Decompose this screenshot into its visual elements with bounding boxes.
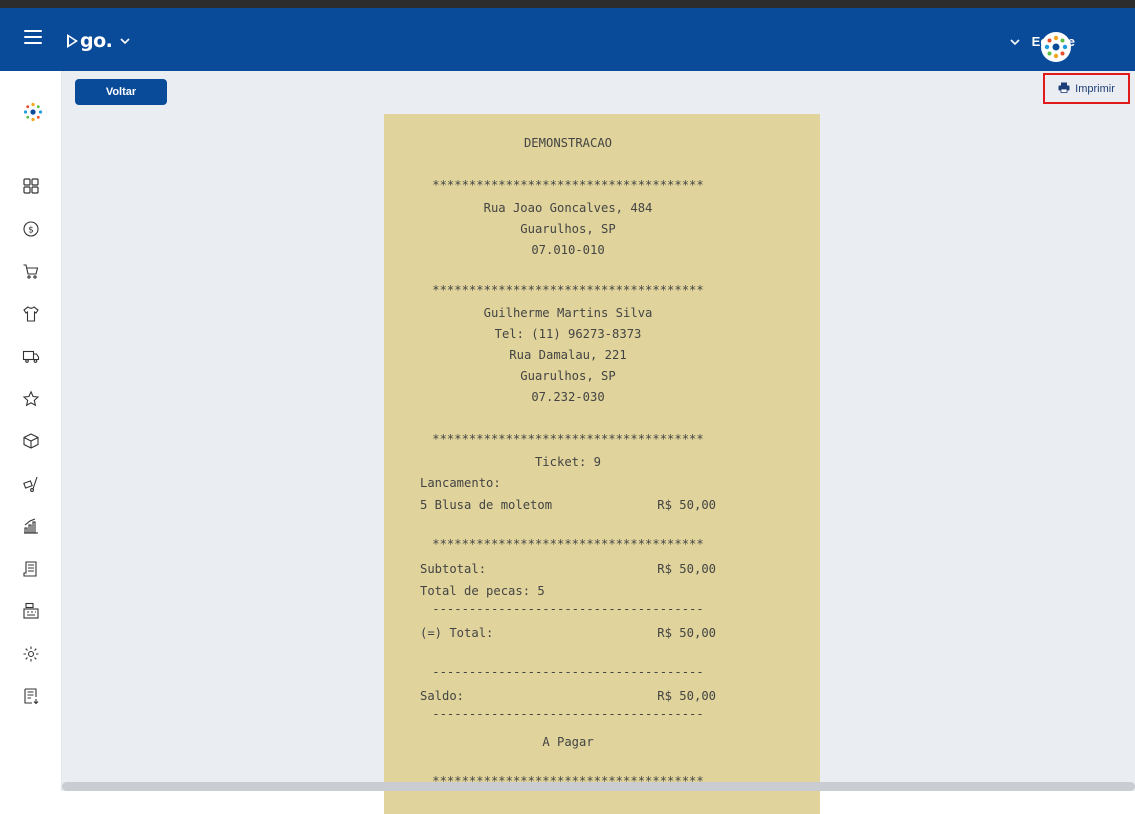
ticket-number: Ticket: 9	[534, 455, 602, 469]
shirt-icon[interactable]	[20, 303, 42, 325]
star-icon[interactable]	[20, 388, 42, 410]
receipt-paper: DEMONSTRACAO ***************************…	[384, 114, 820, 814]
brand-name: go.	[80, 30, 113, 52]
print-button[interactable]: Imprimir	[1043, 73, 1130, 104]
store-name: DEMONSTRACAO	[523, 136, 613, 150]
total-value: R$ 50,00	[657, 626, 716, 640]
cart-icon[interactable]	[20, 260, 42, 282]
dash-separator: -------------------------------------	[432, 665, 704, 679]
box-icon[interactable]	[20, 430, 42, 452]
back-button[interactable]: Voltar	[75, 79, 167, 105]
svg-text:$: $	[28, 226, 34, 236]
dots-logo-icon	[1044, 35, 1068, 59]
total-label: (=) Total:	[420, 626, 494, 640]
item-price: R$ 50,00	[657, 498, 716, 512]
separator: *************************************	[432, 537, 704, 551]
top-navigation-bar: go. Equipe	[0, 8, 1135, 71]
truck-icon[interactable]	[20, 345, 42, 367]
window-top-strip	[0, 0, 1135, 8]
separator: *************************************	[432, 178, 704, 192]
list-icon[interactable]	[20, 685, 42, 707]
separator: *************************************	[432, 283, 704, 297]
chart-icon[interactable]	[20, 515, 42, 537]
receipt-icon[interactable]	[20, 558, 42, 580]
store-city: Guarulhos, SP	[520, 222, 616, 236]
cash-register-icon[interactable]	[20, 600, 42, 622]
subtotal-label: Subtotal:	[420, 562, 487, 576]
customer-city: Guarulhos, SP	[520, 369, 616, 383]
entry-label: Lancamento:	[420, 476, 501, 490]
sidebar: $	[0, 71, 62, 791]
print-label: Imprimir	[1075, 82, 1115, 95]
payment-status: A Pagar	[542, 735, 594, 749]
horizontal-scrollbar[interactable]	[62, 782, 1135, 791]
printer-icon	[1058, 82, 1070, 96]
main-content: Voltar Imprimir DEMONSTRACAO ***********…	[62, 71, 1135, 814]
play-logo-icon	[67, 34, 78, 48]
dash-separator: -------------------------------------	[432, 602, 704, 616]
store-address: Rua Joao Goncalves, 484	[483, 201, 653, 215]
customer-name: Guilherme Martins Silva	[483, 306, 653, 320]
chevron-down-icon[interactable]	[120, 34, 130, 48]
pieces-total: Total de pecas: 5	[420, 584, 545, 598]
customer-phone: Tel: (11) 96273-8373	[494, 327, 642, 341]
balance-label: Saldo:	[420, 689, 465, 703]
money-icon[interactable]: $	[20, 218, 42, 240]
dashboard-icon[interactable]	[20, 175, 42, 197]
store-zip: 07.010-010	[531, 243, 605, 257]
separator: *************************************	[432, 432, 704, 446]
customer-address: Rua Damalau, 221	[509, 348, 627, 362]
hamburger-menu-icon[interactable]	[24, 30, 42, 46]
subtotal-value: R$ 50,00	[657, 562, 716, 576]
brand-logo[interactable]: go.	[67, 30, 130, 52]
chevron-down-icon	[1010, 35, 1020, 49]
user-avatar[interactable]	[1041, 32, 1071, 62]
customer-zip: 07.232-030	[531, 390, 605, 404]
balance-value: R$ 50,00	[657, 689, 716, 703]
gear-icon[interactable]	[20, 643, 42, 665]
hand-truck-icon[interactable]	[20, 473, 42, 495]
item-description: 5 Blusa de moletom	[420, 498, 553, 512]
dots-logo-icon[interactable]	[22, 101, 44, 123]
dash-separator: -------------------------------------	[432, 707, 704, 721]
